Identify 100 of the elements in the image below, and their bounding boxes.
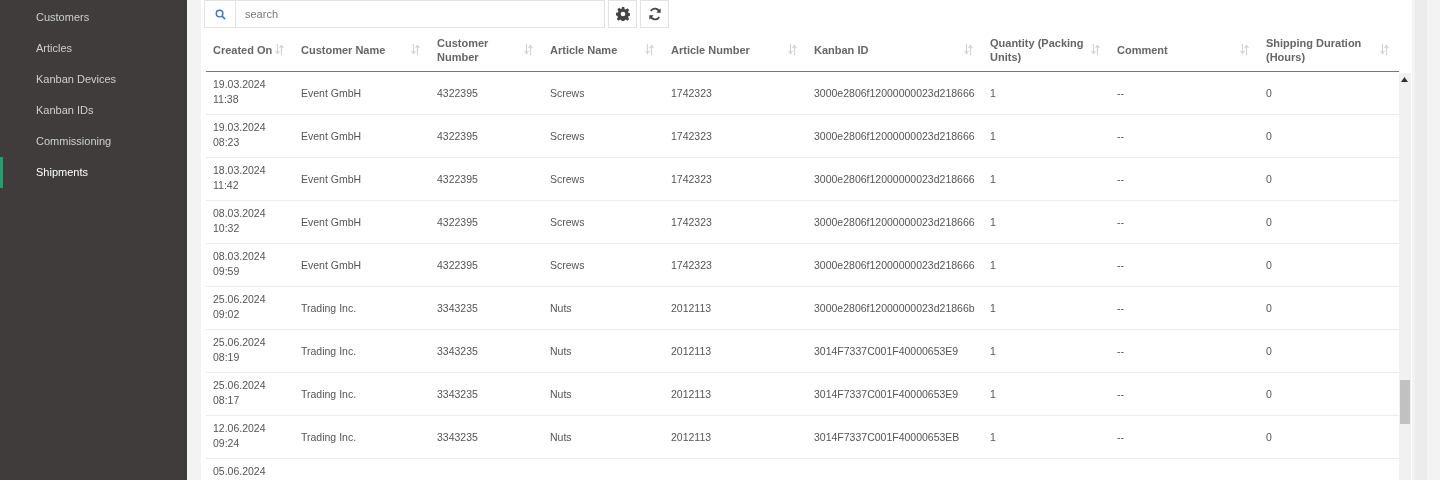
table-cell: 3000e2806f12000000023d218666 bbox=[814, 128, 975, 144]
table-cell-text: 25.06.2024 09:02 bbox=[213, 292, 267, 322]
scroll-up-icon[interactable] bbox=[1401, 77, 1408, 82]
table-cell: 4322395 bbox=[437, 171, 478, 187]
column-header[interactable]: Shipping Duration (Hours) bbox=[1266, 35, 1380, 64]
sort-icon[interactable] bbox=[645, 44, 654, 55]
table-cell: 3014F7337C001F40000653EB bbox=[814, 429, 960, 445]
sort-icon[interactable] bbox=[275, 44, 284, 55]
column-header[interactable]: Customer Number bbox=[437, 35, 524, 64]
sort-icon[interactable] bbox=[1380, 44, 1389, 55]
table-cell: 2012113 bbox=[671, 429, 712, 445]
table-cell: 3343235 bbox=[437, 429, 478, 445]
table-cell: 1 bbox=[990, 300, 996, 316]
table-cell: -- bbox=[1117, 257, 1124, 273]
scrollbar-thumb[interactable] bbox=[1400, 380, 1410, 424]
table-cell: 3343235 bbox=[437, 386, 478, 402]
sidebar-item[interactable]: Articles bbox=[0, 33, 187, 64]
table-cell: 3000e2806f12000000023d218666 bbox=[814, 85, 975, 101]
table-cell: 0 bbox=[1266, 300, 1272, 316]
table-cell: 1742323 bbox=[671, 128, 712, 144]
table-cell: Screws bbox=[550, 85, 585, 101]
table-cell: 1 bbox=[990, 214, 996, 230]
table-cell: 0 bbox=[1266, 171, 1272, 187]
table-cell-text: 19.03.2024 08:23 bbox=[213, 120, 267, 150]
table-cell: -- bbox=[1117, 300, 1124, 316]
table-cell: Event GmbH bbox=[301, 85, 362, 101]
sort-icon[interactable] bbox=[788, 44, 797, 55]
table-cell: Nuts bbox=[550, 300, 572, 316]
table-cell: -- bbox=[1117, 343, 1124, 359]
table-cell: 1742323 bbox=[671, 85, 712, 101]
table-cell-text: 25.06.2024 08:19 bbox=[213, 335, 267, 365]
column-header[interactable]: Article Name bbox=[550, 42, 618, 57]
table-cell-text: 19.03.2024 11:38 bbox=[213, 77, 267, 107]
table-cell: 4322395 bbox=[437, 85, 478, 101]
table-cell-text: 18.03.2024 11:42 bbox=[213, 163, 267, 193]
sidebar-item[interactable]: Kanban IDs bbox=[0, 95, 187, 126]
settings-icon bbox=[615, 7, 630, 21]
table-cell: 1 bbox=[990, 386, 996, 402]
sort-icon[interactable] bbox=[964, 44, 973, 55]
column-header[interactable]: Comment bbox=[1117, 42, 1168, 57]
table-cell: Event GmbH bbox=[301, 128, 362, 144]
table-cell: 1742323 bbox=[671, 214, 712, 230]
table-cell: Screws bbox=[550, 257, 585, 273]
column-header[interactable]: Quantity (Packing Units) bbox=[990, 35, 1091, 64]
refresh-button[interactable] bbox=[640, 0, 669, 28]
table-cell: -- bbox=[1117, 214, 1124, 230]
table-cell: Trading Inc. bbox=[301, 300, 357, 316]
table-cell: Trading Inc. bbox=[301, 429, 357, 445]
table-cell: 0 bbox=[1266, 343, 1272, 359]
table-cell: 2012113 bbox=[671, 386, 712, 402]
table-cell: 3343235 bbox=[437, 300, 478, 316]
table-cell: 3014F7337C001F40000653E9 bbox=[814, 343, 959, 359]
table-cell: -- bbox=[1117, 386, 1124, 402]
refresh-icon bbox=[647, 7, 662, 21]
table-cell: 1 bbox=[990, 257, 996, 273]
table-cell: Nuts bbox=[550, 429, 572, 445]
scrollbar[interactable] bbox=[1399, 73, 1411, 480]
sidebar-item[interactable]: Commissioning bbox=[0, 126, 187, 157]
table-cell: 3000e2806f12000000023d218666 bbox=[814, 257, 975, 273]
sidebar-item[interactable]: Customers bbox=[0, 2, 187, 33]
sort-icon[interactable] bbox=[524, 44, 533, 55]
table-cell: -- bbox=[1117, 429, 1124, 445]
table-cell: Screws bbox=[550, 128, 585, 144]
settings-button[interactable] bbox=[608, 0, 637, 28]
table-cell: 3343235 bbox=[437, 343, 478, 359]
table-cell: Trading Inc. bbox=[301, 343, 357, 359]
sort-icon[interactable] bbox=[1091, 44, 1100, 55]
table-cell: 3014F7337C001F40000653E9 bbox=[814, 386, 959, 402]
table-cell: -- bbox=[1117, 171, 1124, 187]
table-cell: 0 bbox=[1266, 128, 1272, 144]
table-cell: Nuts bbox=[550, 386, 572, 402]
column-header[interactable]: Customer Name bbox=[301, 42, 386, 57]
table-cell: 0 bbox=[1266, 429, 1272, 445]
table-cell: 0 bbox=[1266, 386, 1272, 402]
table-cell: 1 bbox=[990, 85, 996, 101]
table-cell: -- bbox=[1117, 128, 1124, 144]
table-cell: 2012113 bbox=[671, 300, 712, 316]
column-header[interactable]: Article Number bbox=[671, 42, 750, 57]
table-cell: 1 bbox=[990, 429, 996, 445]
table-cell: 05.06.2024 bbox=[213, 464, 266, 479]
table-cell: Nuts bbox=[550, 343, 572, 359]
table-cell: 0 bbox=[1266, 85, 1272, 101]
sort-icon[interactable] bbox=[1240, 44, 1249, 55]
table-cell: 4322395 bbox=[437, 214, 478, 230]
table-cell: 1 bbox=[990, 171, 996, 187]
table-cell-text: 12.06.2024 09:24 bbox=[213, 421, 267, 451]
sidebar-item[interactable]: Kanban Devices bbox=[0, 64, 187, 95]
table-cell: Screws bbox=[550, 171, 585, 187]
table-cell: 3000e2806f12000000023d218666 bbox=[814, 214, 975, 230]
table-cell: Event GmbH bbox=[301, 214, 362, 230]
table-cell: 3000e2806f12000000023d21866b bbox=[814, 300, 975, 316]
table-cell: Screws bbox=[550, 214, 585, 230]
table-cell-text: 08.03.2024 10:32 bbox=[213, 206, 267, 236]
sort-icon[interactable] bbox=[411, 44, 420, 55]
table-cell: 0 bbox=[1266, 257, 1272, 273]
column-header[interactable]: Kanban ID bbox=[814, 42, 869, 57]
column-header[interactable]: Created On bbox=[213, 42, 273, 57]
table-cell: 1742323 bbox=[671, 257, 712, 273]
table-cell: 2012113 bbox=[671, 343, 712, 359]
table-cell-text: 08.03.2024 09:59 bbox=[213, 249, 267, 279]
